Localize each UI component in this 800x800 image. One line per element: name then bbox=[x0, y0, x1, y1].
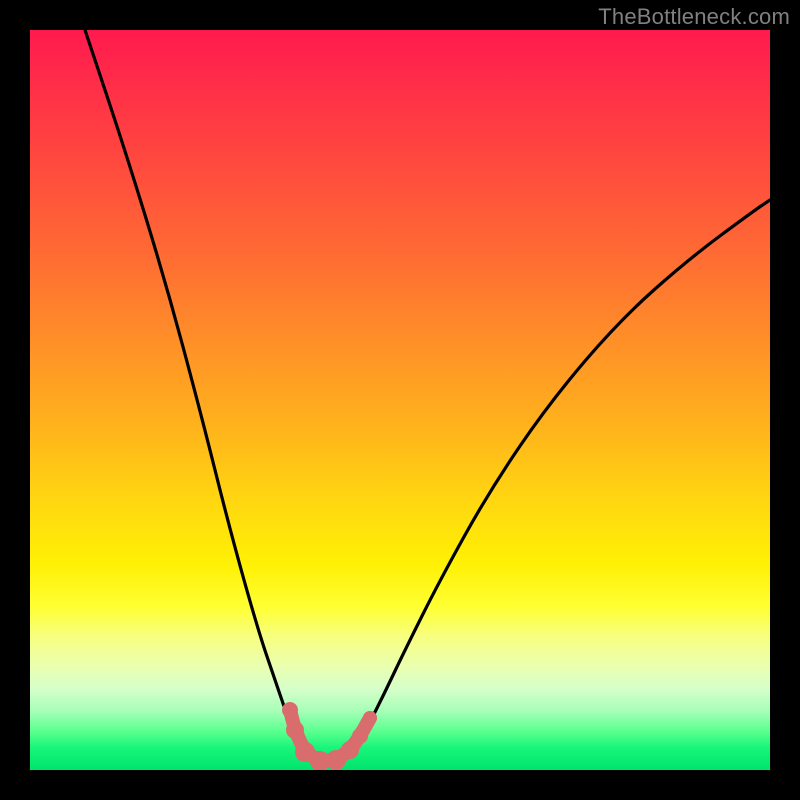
chart-frame: TheBottleneck.com bbox=[0, 0, 800, 800]
curve-path bbox=[85, 30, 770, 763]
plot-area bbox=[30, 30, 770, 770]
watermark-text: TheBottleneck.com bbox=[598, 4, 790, 30]
bottleneck-curve bbox=[85, 30, 770, 763]
bottleneck-curve-svg bbox=[30, 30, 770, 770]
